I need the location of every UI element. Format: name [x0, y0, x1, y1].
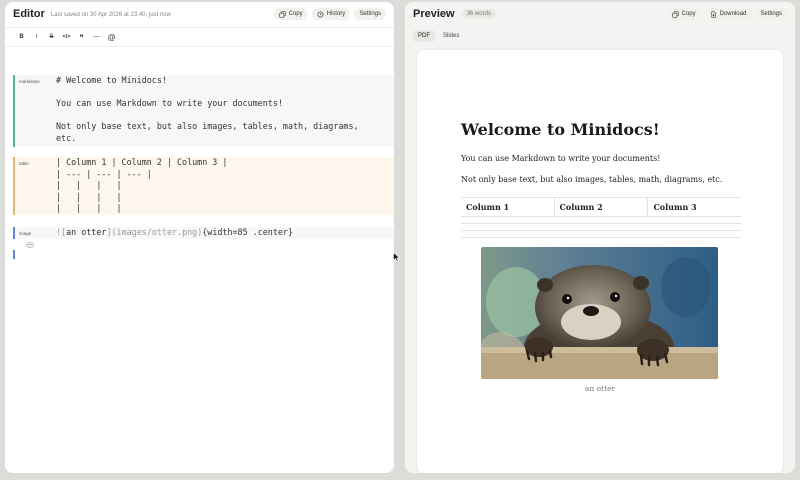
mouse-cursor-icon [393, 252, 401, 262]
empty-block-indicator [13, 250, 15, 259]
editor-settings-label: Settings [359, 11, 381, 17]
editor-actions: Copy History Settings [273, 8, 386, 20]
image-collapse-toggle[interactable]: — [26, 242, 34, 248]
image-attrs: {width=85 .center} [202, 227, 294, 237]
tab-pdf[interactable]: PDF [413, 30, 435, 42]
markdown-code[interactable]: # Welcome to Minidocs! You can use Markd… [56, 75, 359, 145]
code-line: | --- | --- | --- | [56, 168, 152, 179]
copy-icon [278, 10, 286, 18]
document-page: Welcome to Minidocs! You can use Markdow… [417, 50, 783, 473]
bold-button[interactable]: B [14, 30, 29, 44]
image-caption: an otter [584, 384, 616, 393]
word-count-badge: 36 words [461, 9, 496, 19]
history-icon [317, 10, 324, 18]
format-toolbar: B I S </> ❝ — @ [5, 27, 394, 47]
bold-icon: B [19, 34, 24, 40]
divider-button[interactable]: — [89, 30, 104, 44]
italic-icon: I [35, 34, 38, 40]
preview-pane: Preview 36 words Copy Download Settings … [405, 2, 795, 473]
markdown-block-indicator [13, 75, 15, 147]
copy-icon [671, 10, 679, 18]
code-line: etc. [56, 132, 77, 143]
table-block-label: table [19, 161, 29, 166]
italic-button[interactable]: I [29, 30, 44, 44]
quote-icon: ❝ [79, 32, 84, 42]
otter-photo [481, 247, 718, 379]
preview-tabs: PDF Slides [413, 30, 464, 42]
image-block-indicator [13, 227, 15, 239]
document-paragraph: You can use Markdown to write your docum… [461, 154, 661, 163]
preview-header: Preview 36 words Copy Download Settings [405, 2, 795, 26]
code-line: | | | | [56, 203, 122, 214]
markdown-block-label: markdown [19, 79, 40, 84]
table-header-cell: Column 1 [461, 197, 555, 217]
strikethrough-icon: S [49, 34, 54, 40]
download-icon [711, 10, 716, 18]
mention-icon: @ [107, 32, 116, 42]
markdown-block[interactable]: markdown # Welcome to Minidocs! You can … [13, 75, 394, 147]
document-paragraph: Not only base text, but also images, tab… [461, 175, 723, 184]
editor-pane: Editor Last saved on 30 Apr 2026 at 23:4… [5, 2, 394, 473]
preview-settings-label: Settings [760, 11, 782, 17]
quote-button[interactable]: ❝ [74, 30, 89, 44]
history-label: History [326, 11, 346, 17]
code-line: | Column 1 | Column 2 | Column 3 | [56, 157, 228, 167]
code-line: Not only base text, but also images, tab… [56, 121, 359, 132]
table-header-row: Column 1 Column 2 Column 3 [461, 197, 741, 217]
image-code[interactable]: ![an otter](images/otter.png){width=85 .… [56, 227, 293, 239]
preview-copy-button[interactable]: Copy [666, 8, 701, 20]
preview-settings-button[interactable]: Settings [755, 8, 787, 20]
preview-actions: Copy Download Settings [666, 8, 787, 20]
table-block[interactable]: table | Column 1 | Column 2 | Column 3 |… [13, 157, 394, 215]
preview-title: Preview [413, 8, 455, 20]
image-path: ](images/otter.png) [106, 227, 203, 237]
image-block[interactable]: image ![an otter](images/otter.png){widt… [13, 227, 394, 239]
table-row [461, 223, 741, 231]
last-saved-status: Last saved on 30 Apr 2026 at 23:40, just… [50, 11, 171, 18]
code-line: | | | | [56, 191, 122, 202]
document-table: Column 1 Column 2 Column 3 [461, 197, 741, 238]
table-header-cell: Column 2 [554, 197, 649, 217]
table-block-indicator [13, 157, 15, 215]
image-alt-text: an otter [66, 227, 107, 237]
table-row [461, 230, 741, 238]
image-syntax-prefix: ![ [56, 227, 67, 237]
table-code[interactable]: | Column 1 | Column 2 | Column 3 | | --- … [56, 157, 227, 215]
code-button[interactable]: </> [59, 30, 74, 44]
divider-icon: — [93, 34, 100, 40]
editor-header: Editor Last saved on 30 Apr 2026 at 23:4… [5, 2, 394, 26]
editor-title: Editor [13, 8, 45, 20]
download-label: Download [719, 11, 747, 17]
editor-copy-button[interactable]: Copy [273, 8, 308, 20]
code-line: # Welcome to Minidocs! [56, 75, 167, 85]
table-row [461, 216, 741, 224]
code-line: You can use Markdown to write your docum… [56, 98, 283, 109]
mention-button[interactable]: @ [104, 30, 119, 44]
tab-slides[interactable]: Slides [438, 30, 464, 42]
code-line: | | | | [56, 180, 122, 191]
table-header-cell: Column 3 [647, 197, 741, 217]
editor-copy-label: Copy [288, 11, 303, 17]
image-block-label: image [19, 231, 32, 236]
history-button[interactable]: History [311, 8, 351, 20]
editor-settings-button[interactable]: Settings [354, 8, 386, 20]
download-button[interactable]: Download [704, 8, 752, 20]
document-heading: Welcome to Minidocs! [461, 120, 660, 139]
preview-copy-label: Copy [681, 11, 696, 17]
otter-image [481, 247, 718, 379]
strikethrough-button[interactable]: S [44, 30, 59, 44]
code-icon: </> [62, 34, 71, 40]
